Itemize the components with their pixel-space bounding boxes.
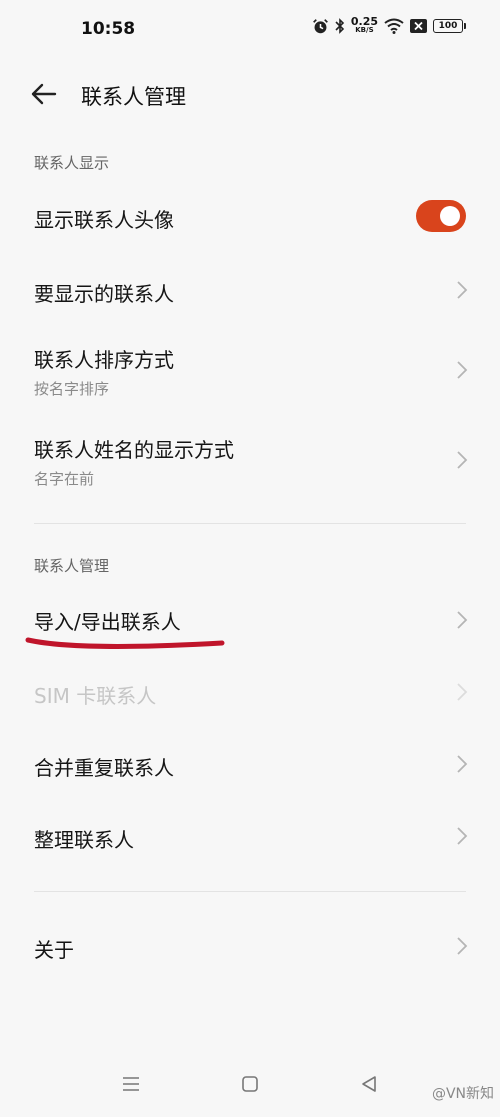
chevron-right-icon <box>457 361 468 379</box>
row-contacts-to-display[interactable]: 要显示的联系人 <box>0 254 500 326</box>
row-label: 关于 <box>34 938 74 962</box>
row-name-format[interactable]: 联系人姓名的显示方式 名字在前 <box>0 420 500 500</box>
row-sublabel: 按名字排序 <box>34 380 110 398</box>
net-speed: 0.25 KB/S <box>350 15 378 34</box>
section-header-manage: 联系人管理 <box>34 557 110 575</box>
chevron-right-icon <box>457 755 468 773</box>
watermark: @VN新知 <box>432 1083 494 1103</box>
status-time: 10:58 <box>81 19 136 39</box>
battery-icon: 100 <box>433 19 466 33</box>
row-label: 联系人排序方式 <box>34 348 174 372</box>
row-sort-order[interactable]: 联系人排序方式 按名字排序 <box>0 330 500 410</box>
section-header-display: 联系人显示 <box>34 154 110 172</box>
row-sublabel: 名字在前 <box>34 470 95 488</box>
chevron-right-icon <box>457 451 468 469</box>
red-underline-annotation <box>25 637 225 649</box>
chevron-right-icon <box>457 611 468 629</box>
row-sim-contacts: SIM 卡联系人 <box>0 656 500 728</box>
section-divider <box>34 891 466 892</box>
chevron-right-icon <box>457 827 468 845</box>
back-triangle-icon[interactable] <box>354 1069 384 1099</box>
row-label: 显示联系人头像 <box>34 208 174 232</box>
home-icon[interactable] <box>235 1069 265 1099</box>
row-label: SIM 卡联系人 <box>34 684 157 708</box>
app-bar: 联系人管理 <box>0 66 500 122</box>
bluetooth-icon <box>335 18 345 34</box>
row-organize-contacts[interactable]: 整理联系人 <box>0 800 500 872</box>
chevron-right-icon <box>457 683 468 701</box>
battery-level: 100 <box>433 19 463 33</box>
toggle-knob <box>440 206 460 226</box>
status-icons: 0.25 KB/S 100 <box>312 15 466 35</box>
menu-icon[interactable] <box>116 1069 146 1099</box>
chevron-right-icon <box>457 281 468 299</box>
row-label: 联系人姓名的显示方式 <box>34 438 234 462</box>
page-title: 联系人管理 <box>81 85 186 109</box>
section-divider <box>34 523 466 524</box>
row-merge-duplicates[interactable]: 合并重复联系人 <box>0 728 500 800</box>
chevron-right-icon <box>457 937 468 955</box>
row-label: 整理联系人 <box>34 828 134 852</box>
row-label: 要显示的联系人 <box>34 282 174 306</box>
arrow-left-icon[interactable] <box>28 78 60 110</box>
show-avatar-toggle[interactable] <box>416 200 466 232</box>
alarm-icon <box>312 18 329 35</box>
watermark-text: @VN新知 <box>431 1086 494 1102</box>
wifi-icon <box>384 18 404 34</box>
row-about[interactable]: 关于 <box>0 910 500 982</box>
navigation-bar: @VN新知 <box>0 1057 500 1117</box>
status-bar: 10:58 0.25 KB/S 100 <box>0 0 500 58</box>
sim-off-icon <box>410 18 427 34</box>
row-label: 合并重复联系人 <box>34 756 174 780</box>
